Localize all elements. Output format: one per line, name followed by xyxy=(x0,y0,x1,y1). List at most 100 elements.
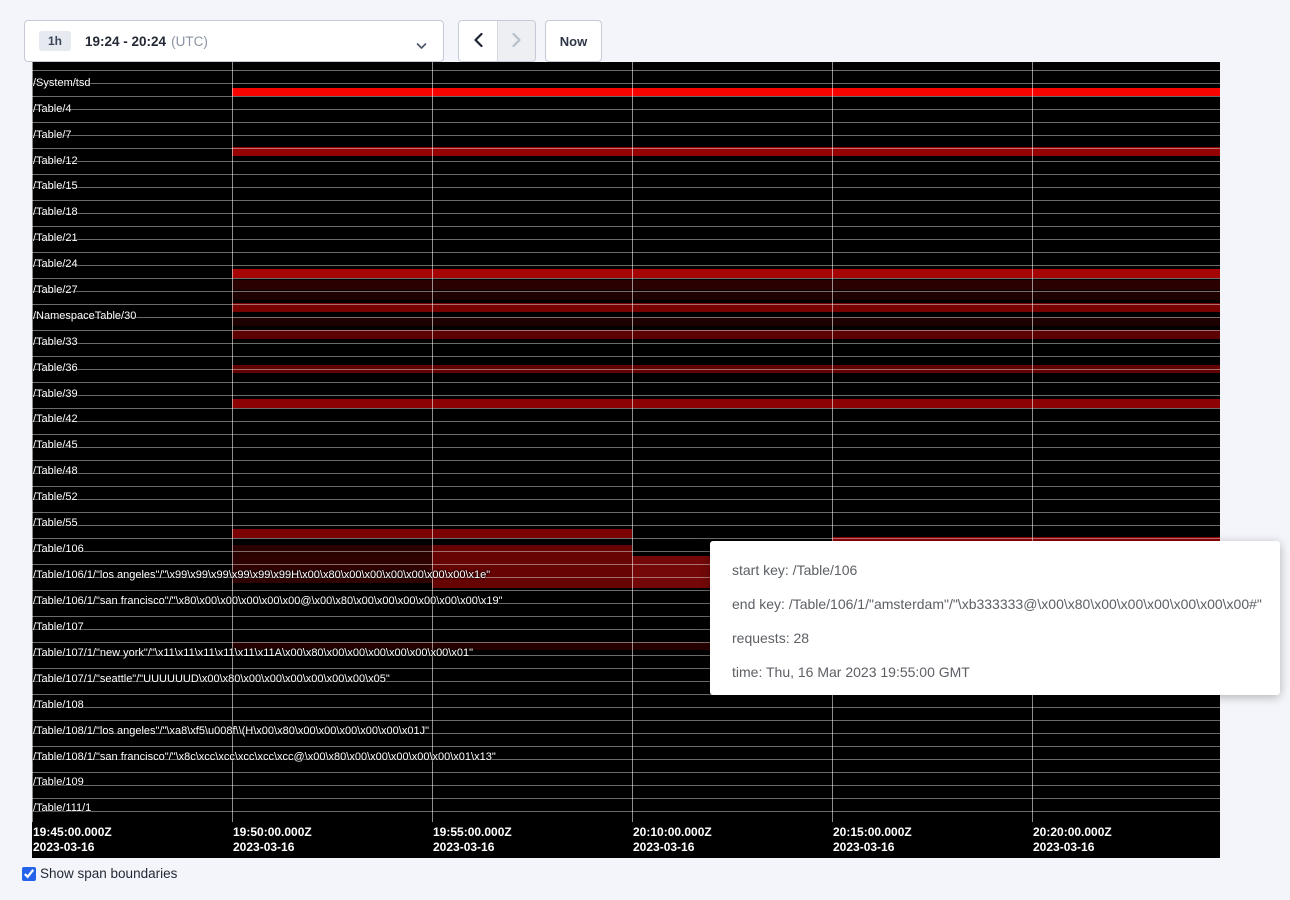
time-range-select[interactable]: 1h 19:24 - 20:24 (UTC) xyxy=(24,20,444,62)
span-label: /Table/7 xyxy=(33,129,72,141)
span-boundary-line xyxy=(32,304,1220,305)
span-boundary-line xyxy=(32,291,1220,292)
span-label: /Table/109 xyxy=(33,776,84,788)
span-boundary-line xyxy=(32,213,1220,214)
span-label: /Table/21 xyxy=(33,232,78,244)
span-label: /Table/18 xyxy=(33,206,78,218)
heat-band xyxy=(232,291,1220,300)
span-boundary-line xyxy=(32,772,1220,773)
span-boundary-line xyxy=(32,382,1220,383)
span-boundary-line xyxy=(32,421,1220,422)
span-label: /Table/4 xyxy=(33,103,72,115)
tooltip-start-key: start key: /Table/106 xyxy=(732,560,1258,580)
span-boundary-line xyxy=(32,226,1220,227)
span-label: /Table/15 xyxy=(33,180,78,192)
span-label: /Table/36 xyxy=(33,362,78,374)
span-boundary-line xyxy=(32,317,1220,318)
axis-time-label: 20:20:00.000Z xyxy=(1033,825,1112,840)
span-label: /Table/108 xyxy=(33,699,84,711)
span-boundary-line xyxy=(32,811,1220,812)
span-label: /Table/24 xyxy=(33,258,78,270)
span-boundary-line xyxy=(32,746,1220,747)
span-boundary-line xyxy=(32,70,1220,71)
span-label: /Table/55 xyxy=(33,517,78,529)
axis-date-label: 2023-03-16 xyxy=(1033,840,1094,855)
span-boundary-line xyxy=(32,200,1220,201)
span-tooltip: start key: /Table/106 end key: /Table/10… xyxy=(710,541,1280,695)
toolbar: 1h 19:24 - 20:24 (UTC) Now xyxy=(0,0,1290,62)
span-label: /System/tsd xyxy=(33,77,90,89)
span-boundary-line xyxy=(32,408,1220,409)
span-label: /Table/12 xyxy=(33,155,78,167)
span-label: /Table/107/1/"seattle"/"UUUUUUD\x00\x80\… xyxy=(33,673,390,685)
span-boundary-line xyxy=(32,161,1220,162)
span-boundary-line xyxy=(32,330,1220,331)
span-label: /Table/52 xyxy=(33,491,78,503)
key-visualizer-canvas[interactable]: /System/tsd/Table/4/Table/7/Table/12/Tab… xyxy=(32,62,1220,858)
span-boundary-line xyxy=(32,785,1220,786)
span-boundary-line xyxy=(32,460,1220,461)
heat-band xyxy=(232,269,1220,278)
tooltip-time: time: Thu, 16 Mar 2023 19:55:00 GMT xyxy=(732,662,1258,682)
span-boundary-line xyxy=(32,395,1220,396)
chevron-down-icon xyxy=(416,37,427,55)
span-boundary-line xyxy=(32,122,1220,123)
span-label: /Table/33 xyxy=(33,336,78,348)
prev-interval-button[interactable] xyxy=(459,21,497,61)
span-boundary-line xyxy=(32,512,1220,513)
span-boundary-line xyxy=(32,369,1220,370)
span-boundary-line xyxy=(32,252,1220,253)
span-boundary-line xyxy=(32,83,1220,84)
span-label: /Table/107/1/"new york"/"\x11\x11\x11\x1… xyxy=(33,647,473,659)
time-pager xyxy=(458,20,536,62)
span-label: /Table/108/1/"san francisco"/"\x8c\xcc\x… xyxy=(33,751,496,763)
next-interval-button[interactable] xyxy=(497,21,535,61)
show-span-boundaries-checkbox[interactable] xyxy=(22,867,36,881)
span-boundary-line xyxy=(32,447,1220,448)
span-boundary-line xyxy=(32,434,1220,435)
axis-time-label: 19:45:00.000Z xyxy=(33,825,112,840)
axis-date-label: 2023-03-16 xyxy=(633,840,694,855)
heat-band xyxy=(232,399,1220,408)
span-boundary-line xyxy=(32,798,1220,799)
span-boundary-line xyxy=(32,486,1220,487)
heat-band xyxy=(232,330,1220,339)
chevron-left-icon xyxy=(473,32,484,51)
heat-band xyxy=(232,317,1220,326)
chevron-right-icon xyxy=(511,32,522,51)
span-label: /Table/107 xyxy=(33,621,84,633)
axis-time-label: 19:50:00.000Z xyxy=(233,825,312,840)
span-boundary-line xyxy=(32,109,1220,110)
span-boundary-line xyxy=(32,265,1220,266)
span-boundary-line xyxy=(32,174,1220,175)
axis-time-label: 20:15:00.000Z xyxy=(833,825,912,840)
axis-time-label: 20:10:00.000Z xyxy=(633,825,712,840)
span-label: /Table/42 xyxy=(33,413,78,425)
time-gridline xyxy=(632,62,633,822)
span-boundary-line xyxy=(32,720,1220,721)
span-boundary-line xyxy=(32,356,1220,357)
tooltip-end-key: end key: /Table/106/1/"amsterdam"/"\xb33… xyxy=(732,594,1258,614)
span-boundary-line xyxy=(32,239,1220,240)
span-boundary-line xyxy=(32,135,1220,136)
now-button[interactable]: Now xyxy=(545,20,602,62)
time-range-label: 19:24 - 20:24 xyxy=(85,34,166,49)
time-gridline xyxy=(432,62,433,822)
span-label: /Table/27 xyxy=(33,284,78,296)
time-gridline xyxy=(832,62,833,822)
tooltip-requests: requests: 28 xyxy=(732,628,1258,648)
time-gridline xyxy=(232,62,233,822)
span-label: /NamespaceTable/30 xyxy=(33,310,136,322)
footer: Show span boundaries xyxy=(22,866,177,881)
span-label: /Table/106/1/"los angeles"/"\x99\x99\x99… xyxy=(33,569,490,581)
span-boundary-line xyxy=(32,278,1220,279)
span-label: /Table/106 xyxy=(33,543,84,555)
span-boundary-line xyxy=(32,187,1220,188)
span-label: /Table/111/1 xyxy=(33,802,91,814)
span-boundary-line xyxy=(32,538,1220,539)
span-label: /Table/45 xyxy=(33,439,78,451)
span-label: /Table/108/1/"los angeles"/"\xa8\xf5\u00… xyxy=(33,725,429,737)
span-boundary-line xyxy=(32,525,1220,526)
show-span-boundaries-label[interactable]: Show span boundaries xyxy=(40,866,177,881)
span-boundary-line xyxy=(32,343,1220,344)
